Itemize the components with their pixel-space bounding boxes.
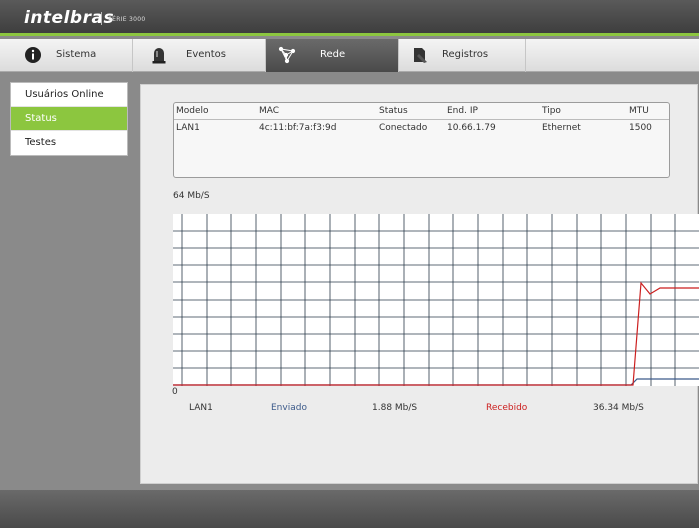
tab-rede[interactable]: Rede <box>266 39 399 72</box>
graph-max-label: 64 Mb/S <box>173 191 210 201</box>
column-header: Tipo <box>542 106 561 116</box>
tab-sistema[interactable]: Sistema <box>0 39 133 72</box>
sidebar-item-usuarios-online[interactable]: Usuários Online <box>11 83 127 107</box>
column-header: MTU <box>629 106 649 116</box>
legend-received-value: 36.34 Mb/S <box>593 403 644 413</box>
tab-label: Eventos <box>186 49 226 60</box>
column-header: MAC <box>259 106 280 116</box>
legend-sent-label: Enviado <box>271 403 307 413</box>
traffic-graph <box>173 214 699 386</box>
siren-icon <box>150 46 168 64</box>
table-cell: 4c:11:bf:7a:f3:9d <box>259 123 337 133</box>
table-cell: 10.66.1.79 <box>447 123 496 133</box>
brand-divider <box>101 12 102 25</box>
column-header: End. IP <box>447 106 478 116</box>
sidebar-item-status[interactable]: Status <box>11 107 127 131</box>
column-header: Modelo <box>176 106 209 116</box>
table-cell: Ethernet <box>542 123 581 133</box>
traffic-graph-svg <box>173 214 699 386</box>
tab-eventos[interactable]: Eventos <box>133 39 266 72</box>
legend-sent-value: 1.88 Mb/S <box>372 403 418 413</box>
content-panel: Modelo MAC Status End. IP Tipo MTU LAN1 … <box>140 84 699 484</box>
table-cell: LAN1 <box>176 123 200 133</box>
sent-series-line <box>173 378 699 386</box>
bottom-bar <box>0 490 699 528</box>
network-table: Modelo MAC Status End. IP Tipo MTU LAN1 … <box>173 102 670 178</box>
sidebar: Usuários Online Status Testes <box>0 72 132 490</box>
sidebar-menu: Usuários Online Status Testes <box>10 82 128 156</box>
brand-series: SÉRIE 3000 <box>108 16 146 23</box>
main-nav: Sistema Eventos Rede Registros <box>0 39 699 72</box>
tab-label: Sistema <box>56 49 97 60</box>
info-icon <box>24 46 42 64</box>
network-icon <box>278 46 296 64</box>
sidebar-item-testes[interactable]: Testes <box>11 131 127 155</box>
tab-registros[interactable]: Registros <box>399 39 526 72</box>
table-header: Modelo MAC Status End. IP Tipo MTU <box>174 103 669 120</box>
tab-label: Rede <box>320 49 346 60</box>
tab-label: Registros <box>442 49 489 60</box>
legend-received-label: Recebido <box>486 403 528 413</box>
log-icon <box>411 46 429 64</box>
table-cell: 1500 <box>629 123 652 133</box>
column-header: Status <box>379 106 408 116</box>
table-cell: Conectado <box>379 123 428 133</box>
graph-min-label: 0 <box>172 387 178 397</box>
legend-interface: LAN1 <box>189 403 213 413</box>
top-bar: intelbras SÉRIE 3000 <box>0 0 699 36</box>
